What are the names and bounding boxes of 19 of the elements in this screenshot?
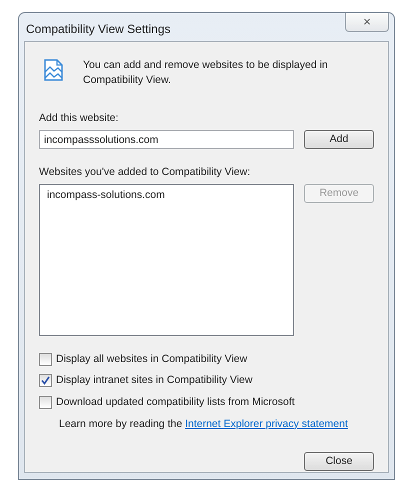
learn-more-text: Learn more by reading the Internet Explorer privacy statement	[59, 418, 348, 430]
field-label: Add this website:	[39, 111, 118, 126]
close-dialog-button[interactable]: Close	[304, 452, 374, 470]
checkbox[interactable]	[39, 396, 52, 409]
close-button[interactable]: ×	[345, 13, 389, 32]
intro-text: You can add and remove websites to be displayed in Compatibility View.	[83, 58, 329, 88]
website-input-field[interactable]: incompasssolutions.com	[39, 130, 294, 150]
document-icon	[43, 58, 65, 82]
list-label: Websites you've added to Compatibility View:	[39, 165, 250, 180]
checkbox-label: Download updated compatibility lists from Microsoft	[56, 395, 295, 410]
list-item[interactable]: incompass-solutions.com	[44, 188, 168, 202]
add-button[interactable]: Add	[304, 130, 374, 150]
checkbox-label: Display all websites in Compatibility View	[56, 352, 248, 366]
websites-list[interactable]: incompass-solutions.com	[39, 184, 294, 336]
checkbox[interactable]	[39, 352, 52, 366]
privacy-link[interactable]: Internet Explorer privacy statement	[185, 418, 348, 430]
checkbox[interactable]	[39, 374, 52, 388]
window-title: Compatibility View Settings	[25, 21, 171, 38]
checkbox-label: Display intranet sites in Compatibility View	[56, 373, 252, 388]
